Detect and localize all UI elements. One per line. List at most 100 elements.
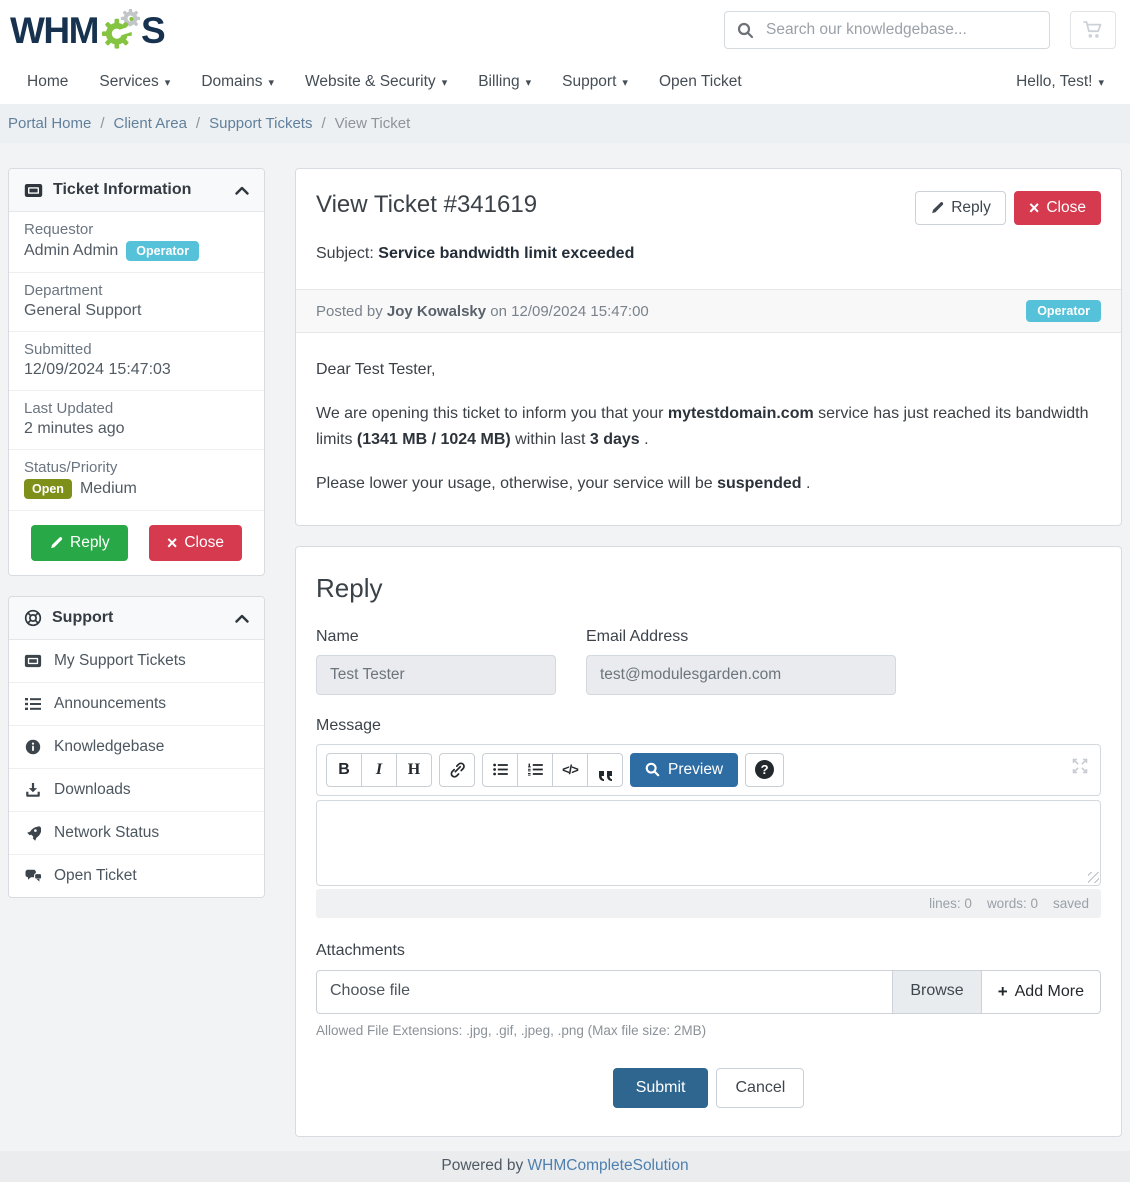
ticket-reply-button[interactable]: Reply	[915, 191, 1006, 225]
nav-item-website-security[interactable]: Website & Security▾	[305, 73, 447, 91]
whmcs-logo[interactable]: WHM	[10, 9, 164, 51]
markdown-help-button[interactable]: ?	[745, 753, 784, 787]
ticket-information-header[interactable]: Ticket Information	[9, 169, 264, 212]
breadcrumb: Portal Home / Client Area / Support Tick…	[0, 104, 1130, 143]
operator-badge: Operator	[126, 241, 199, 261]
status-priority-row: Status/Priority OpenMedium	[9, 450, 264, 510]
quote-button[interactable]	[587, 753, 623, 787]
requestor-value: Admin Admin	[24, 242, 118, 260]
requestor-row: Requestor Admin AdminOperator	[9, 212, 264, 273]
sidebar-item-my-support-tickets[interactable]: My Support Tickets	[9, 640, 264, 683]
support-panel-header[interactable]: Support	[9, 597, 264, 640]
code-button[interactable]: </>	[552, 753, 588, 787]
open-status-badge: Open	[24, 479, 72, 499]
chevron-up-icon[interactable]	[235, 614, 249, 623]
breadcrumb-client-area[interactable]: Client Area	[114, 115, 187, 132]
name-field-group: Name	[316, 628, 556, 695]
download-icon	[24, 782, 42, 798]
quote-icon	[598, 770, 613, 782]
rocket-icon	[24, 825, 42, 841]
nav-item-home[interactable]: Home	[27, 73, 68, 91]
chevron-down-icon: ▾	[442, 76, 448, 89]
pencil-icon	[930, 201, 944, 215]
main-column: View Ticket #341619 Reply × Close Subjec…	[295, 168, 1122, 1137]
nav-item-support[interactable]: Support▾	[562, 73, 628, 91]
breadcrumb-portal-home[interactable]: Portal Home	[8, 115, 91, 132]
submitted-label: Submitted	[24, 341, 249, 358]
account-menu[interactable]: Hello, Test!▾	[1016, 73, 1104, 91]
sidebar-item-network-status[interactable]: Network Status	[9, 812, 264, 855]
chevron-down-icon: ▾	[269, 76, 275, 89]
choose-file-input[interactable]: Choose file	[316, 970, 893, 1014]
sidebar-item-downloads[interactable]: Downloads	[9, 769, 264, 812]
message-editor	[316, 800, 1101, 886]
breadcrumb-support-tickets[interactable]: Support Tickets	[209, 115, 312, 132]
search-input[interactable]	[766, 21, 1037, 39]
allowed-extensions-hint: Allowed File Extensions: .jpg, .gif, .jp…	[316, 1023, 1101, 1038]
post-meta: Posted by Joy Kowalsky on 12/09/2024 15:…	[316, 303, 649, 320]
ticket-close-button[interactable]: × Close	[1014, 191, 1101, 225]
reply-form-title: Reply	[316, 573, 1101, 604]
link-button[interactable]	[439, 753, 475, 787]
sidebar-reply-button[interactable]: Reply	[31, 525, 128, 561]
sidebar-item-announcements[interactable]: Announcements	[9, 683, 264, 726]
knowledgebase-search[interactable]	[724, 11, 1050, 49]
powered-by-text: Powered by	[441, 1157, 523, 1174]
ticket-subject-value: Service bandwidth limit exceeded	[378, 245, 634, 262]
nav-item-billing[interactable]: Billing▾	[478, 73, 531, 91]
last-updated-label: Last Updated	[24, 400, 249, 417]
operator-badge: Operator	[1026, 300, 1101, 322]
email-label: Email Address	[586, 628, 896, 646]
logo-text-s: S	[141, 12, 164, 49]
post-date: 12/09/2024 15:47:00	[511, 303, 649, 320]
whmcompletesolution-link[interactable]: WHMCompleteSolution	[528, 1157, 689, 1174]
submit-button[interactable]: Submit	[613, 1068, 709, 1108]
support-panel: Support My Support Tickets Announcements…	[8, 596, 265, 898]
cancel-button[interactable]: Cancel	[716, 1068, 804, 1108]
chevron-up-icon[interactable]	[235, 186, 249, 195]
sidebar-item-open-ticket[interactable]: Open Ticket	[9, 855, 264, 897]
page-title: View Ticket #341619	[316, 191, 537, 219]
lines-count: lines: 0	[929, 896, 972, 911]
close-icon: ×	[167, 536, 178, 550]
panel-title: Ticket Information	[53, 181, 225, 199]
saved-status: saved	[1053, 896, 1089, 911]
question-icon: ?	[755, 760, 774, 779]
department-label: Department	[24, 282, 249, 299]
sidebar: Ticket Information Requestor Admin Admin…	[8, 168, 265, 898]
ticket-icon	[24, 654, 42, 668]
ordered-list-button[interactable]	[517, 753, 553, 787]
form-actions: Submit Cancel	[316, 1068, 1101, 1108]
add-more-button[interactable]: + Add More	[981, 970, 1101, 1014]
sidebar-item-knowledgebase[interactable]: Knowledgebase	[9, 726, 264, 769]
status-priority-label: Status/Priority	[24, 459, 249, 476]
email-field	[586, 655, 896, 695]
department-row: Department General Support	[9, 273, 264, 332]
nav-item-open-ticket[interactable]: Open Ticket	[659, 73, 742, 91]
italic-button[interactable]: I	[361, 753, 397, 787]
fullscreen-icon[interactable]	[1072, 758, 1088, 774]
unordered-list-button[interactable]	[482, 753, 518, 787]
post-paragraph: We are opening this ticket to inform you…	[316, 401, 1101, 453]
nav-item-domains[interactable]: Domains▾	[201, 73, 274, 91]
resize-handle[interactable]	[1088, 872, 1099, 883]
reply-form-card: Reply Name Email Address Message B I H	[295, 546, 1122, 1137]
info-circle-icon	[24, 739, 42, 755]
unordered-list-icon	[493, 763, 508, 776]
name-label: Name	[316, 628, 556, 646]
content-area: Ticket Information Requestor Admin Admin…	[0, 143, 1130, 1151]
nav-item-services[interactable]: Services▾	[99, 73, 170, 91]
preview-button[interactable]: Preview	[630, 753, 738, 787]
browse-button[interactable]: Browse	[893, 970, 981, 1014]
breadcrumb-separator: /	[100, 115, 104, 132]
message-textarea[interactable]	[316, 800, 1101, 886]
sidebar-close-button[interactable]: × Close	[149, 525, 242, 561]
close-icon: ×	[1029, 201, 1040, 215]
submitted-row: Submitted 12/09/2024 15:47:03	[9, 332, 264, 391]
editor-toolbar: B I H </>	[316, 744, 1101, 796]
cart-button[interactable]	[1070, 11, 1116, 49]
search-icon	[737, 22, 754, 39]
heading-button[interactable]: H	[396, 753, 432, 787]
submitted-value: 12/09/2024 15:47:03	[24, 361, 249, 379]
bold-button[interactable]: B	[326, 753, 362, 787]
